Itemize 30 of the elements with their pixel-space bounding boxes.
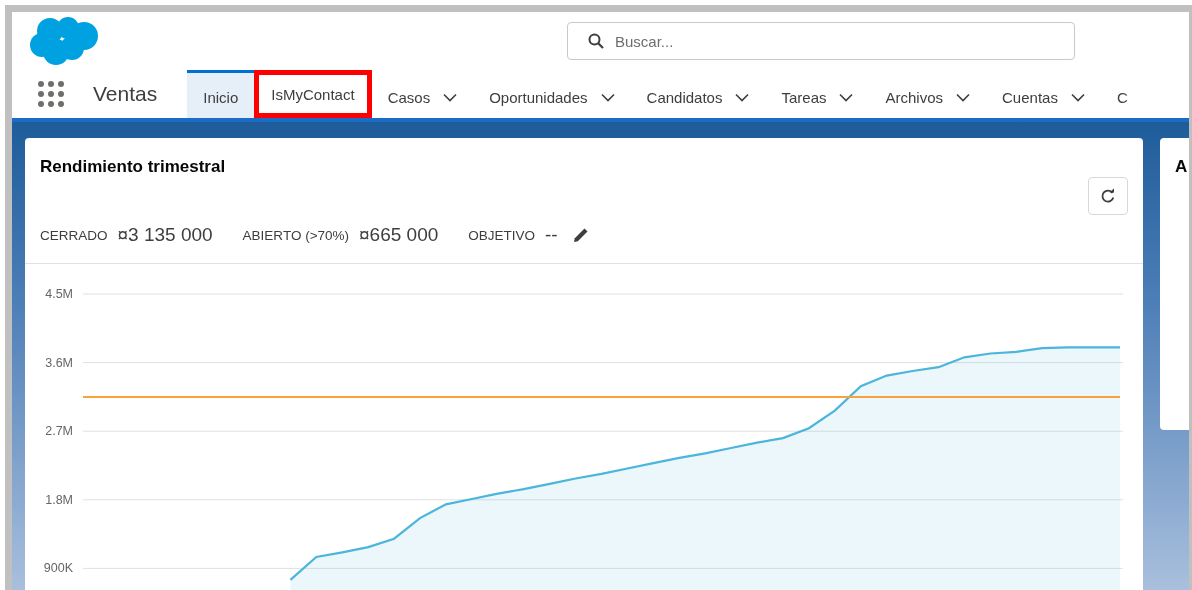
metric-label: OBJETIVO: [468, 227, 536, 243]
card-title: Rendimiento trimestral: [39, 156, 227, 177]
metric-label: ABIERTO (>70%): [242, 227, 350, 243]
refresh-icon: [1100, 188, 1116, 204]
metric-value: ¤665 000: [359, 224, 439, 246]
metric-label: CERRADO: [40, 227, 108, 243]
app-name: Ventas: [93, 82, 158, 106]
search-field[interactable]: Buscar...: [567, 22, 1075, 60]
metric-value: --: [545, 224, 558, 246]
pencil-icon[interactable]: [571, 226, 590, 244]
nav-tab[interactable]: Tareas: [765, 70, 870, 118]
nav-tab[interactable]: C: [1100, 70, 1144, 118]
card-title: A: [1174, 156, 1189, 177]
nav-tab[interactable]: IsMyContact: [254, 70, 372, 118]
axis-label: 2.7M: [45, 424, 73, 439]
nav-tab[interactable]: Cuentas: [986, 70, 1101, 118]
axis-label: 4.5M: [45, 287, 73, 301]
nav-tab[interactable]: Archivos: [869, 70, 986, 118]
nav-tab[interactable]: Casos: [371, 70, 474, 118]
metric-value: ¤3 135 000: [117, 224, 213, 246]
axis-label: 900K: [43, 561, 73, 576]
axis-label: 3.6M: [45, 355, 73, 370]
nav-tab[interactable]: Inicio: [187, 70, 255, 118]
refresh-button[interactable]: [1088, 177, 1128, 215]
app-launcher-icon[interactable]: [38, 81, 64, 107]
nav-tab[interactable]: Candidatos: [630, 70, 766, 118]
nav-tab[interactable]: Oportunidades: [473, 70, 631, 118]
cloud-logo-icon: [28, 16, 100, 66]
axis-label: 1.8M: [45, 492, 73, 507]
search-icon: [588, 33, 604, 49]
